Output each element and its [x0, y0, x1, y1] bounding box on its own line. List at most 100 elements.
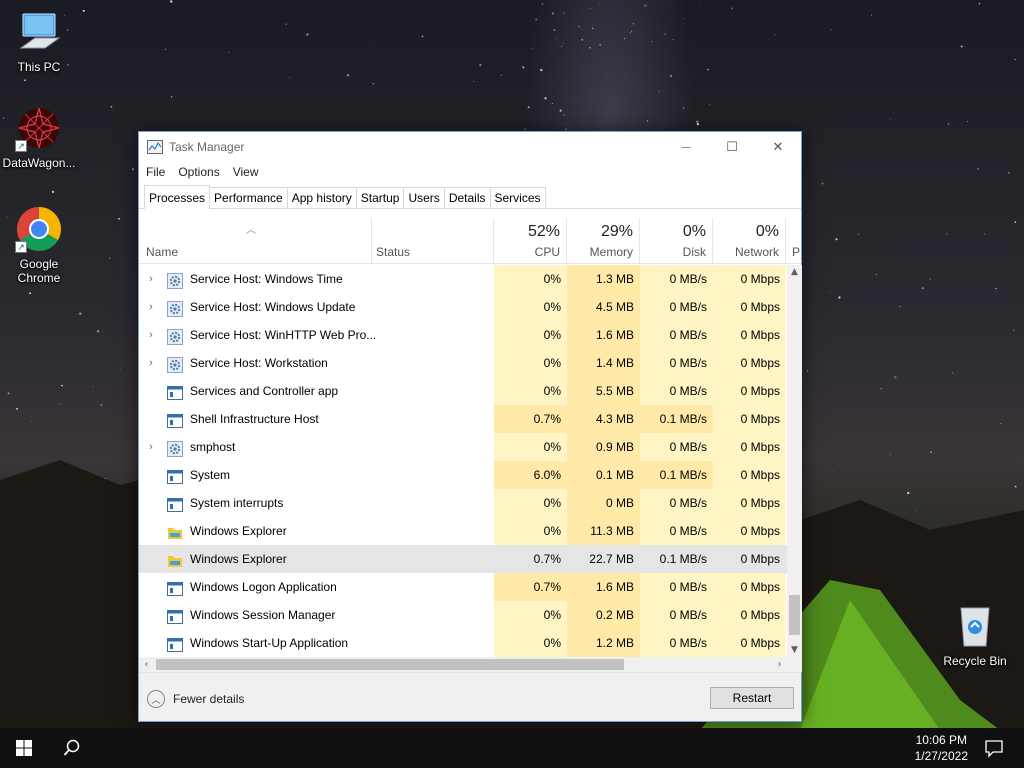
title-bar[interactable]: Task Manager — ☐ ✕: [139, 132, 801, 162]
process-name: Shell Infrastructure Host: [190, 412, 319, 426]
tab-performance[interactable]: Performance: [209, 187, 288, 208]
tab-app-history[interactable]: App history: [286, 187, 357, 208]
vertical-scroll-thumb[interactable]: [789, 595, 800, 635]
star: [589, 7, 591, 9]
maximize-button[interactable]: ☐: [709, 132, 755, 162]
process-name: System interrupts: [190, 496, 284, 510]
column-header-cpu[interactable]: 52% CPU: [494, 218, 567, 264]
process-name: Windows Start-Up Application: [190, 636, 349, 650]
expand-chevron-icon[interactable]: ›: [145, 321, 157, 349]
restart-button[interactable]: Restart: [710, 687, 794, 709]
star: [696, 123, 700, 126]
star: [664, 33, 666, 35]
tab-processes[interactable]: Processes: [144, 185, 211, 209]
desktop-icon-label: Google Chrome: [17, 257, 61, 285]
star: [372, 82, 375, 85]
star: [965, 46, 967, 47]
tab-details[interactable]: Details: [443, 187, 491, 208]
star: [565, 122, 566, 124]
fewer-details-link[interactable]: ︿ Fewer details: [147, 690, 244, 708]
scroll-down-icon[interactable]: ▼: [787, 643, 802, 657]
menu-file[interactable]: File: [145, 165, 173, 179]
scroll-right-icon[interactable]: ›: [772, 657, 787, 672]
column-header-network[interactable]: 0% Network: [713, 218, 786, 264]
process-row[interactable]: Shell Infrastructure Host 0.7% 4.3 MB 0.1 M…: [139, 405, 787, 433]
desktop-icon-this-pc[interactable]: This PC: [0, 8, 78, 74]
cpu-value: 0%: [494, 293, 567, 321]
process-row[interactable]: › smphost 0% 0.9 MB 0 MB/s 0 Mbps: [139, 433, 787, 461]
menu-view[interactable]: View: [232, 165, 267, 179]
column-header-name[interactable]: ︿ Name: [139, 218, 372, 264]
horizontal-scroll-thumb[interactable]: [156, 659, 624, 670]
process-row[interactable]: System 6.0% 0.1 MB 0.1 MB/s 0 Mbps: [139, 461, 787, 489]
expand-chevron-icon[interactable]: ›: [145, 349, 157, 377]
folder-icon: [167, 523, 183, 539]
process-name: Windows Explorer: [190, 552, 287, 566]
memory-value: 1.3 MB: [567, 265, 640, 293]
process-row[interactable]: › Service Host: WinHTTP Web Pro... 0% 1.6 M…: [139, 321, 787, 349]
horizontal-scrollbar[interactable]: ‹ ›: [139, 657, 787, 672]
expander-placeholder: [145, 573, 157, 601]
start-button[interactable]: [0, 728, 48, 768]
menu-options[interactable]: Options: [177, 165, 227, 179]
expand-chevron-icon[interactable]: ›: [145, 293, 157, 321]
expander-placeholder: [145, 517, 157, 545]
cpu-value: 0.7%: [494, 405, 567, 433]
star: [894, 376, 897, 379]
process-row[interactable]: › Service Host: Workstation 0% 1.4 MB 0 MB/s…: [139, 349, 787, 377]
disk-value: 0 MB/s: [640, 601, 713, 629]
expand-chevron-icon[interactable]: ›: [145, 265, 157, 293]
star: [631, 30, 633, 32]
process-row[interactable]: System interrupts 0% 0 MB 0 MB/s 0 Mbps: [139, 489, 787, 517]
memory-value: 0 MB: [567, 489, 640, 517]
scroll-up-icon[interactable]: ▲: [787, 265, 802, 279]
star: [581, 38, 584, 41]
star: [16, 407, 19, 410]
fewer-details-label: Fewer details: [173, 692, 245, 706]
star: [830, 29, 832, 31]
column-header-memory[interactable]: 29% Memory: [567, 218, 640, 264]
star: [24, 79, 26, 82]
desktop-icon-datawagon[interactable]: ↗ DataWagon...: [0, 104, 78, 170]
tab-services[interactable]: Services: [489, 187, 546, 208]
expand-chevron-icon[interactable]: ›: [145, 433, 157, 461]
star: [607, 75, 609, 77]
process-row[interactable]: Services and Controller app 0% 5.5 MB 0 MB/…: [139, 377, 787, 405]
desktop-icon-google-chrome[interactable]: ↗ Google Chrome: [0, 205, 78, 285]
process-row[interactable]: Windows Explorer 0% 11.3 MB 0 MB/s 0 Mbps: [139, 517, 787, 545]
memory-value: 0.9 MB: [567, 433, 640, 461]
star: [569, 126, 571, 128]
close-button[interactable]: ✕: [755, 132, 801, 162]
column-header-disk[interactable]: 0% Disk: [640, 218, 713, 264]
minimize-button[interactable]: —: [663, 132, 709, 162]
tab-users[interactable]: Users: [403, 187, 445, 208]
search-button[interactable]: [48, 728, 96, 768]
process-row[interactable]: Windows Explorer 0.7% 22.7 MB 0.1 MB/s 0 Mbp…: [139, 545, 787, 573]
column-header-power-partial[interactable]: P: [786, 218, 801, 264]
action-center-button[interactable]: [984, 738, 1004, 758]
network-value: 0 Mbps: [713, 433, 786, 461]
column-header-status[interactable]: Status: [372, 218, 494, 264]
process-row[interactable]: Windows Start-Up Application 0% 1.2 MB 0 MB…: [139, 629, 787, 657]
scroll-left-icon[interactable]: ‹: [139, 657, 154, 672]
system-clock[interactable]: 10:06 PM 1/27/2022: [915, 732, 968, 764]
vertical-scrollbar[interactable]: ▲ ▼: [787, 265, 802, 657]
app-window-icon: [167, 607, 183, 624]
process-name: System: [190, 468, 231, 482]
star: [696, 120, 699, 123]
chevron-up-icon: ︿: [147, 690, 165, 708]
star: [1000, 422, 1002, 425]
disk-value: 0.1 MB/s: [640, 405, 713, 433]
cpu-value: 0%: [494, 321, 567, 349]
desktop-icon-recycle-bin[interactable]: Recycle Bin: [936, 602, 1014, 668]
process-name: Windows Explorer: [190, 524, 287, 538]
process-row[interactable]: › Service Host: Windows Update 0% 4.5 MB 0 M…: [139, 293, 787, 321]
process-row[interactable]: Windows Logon Application 0.7% 1.6 MB 0 MB/…: [139, 573, 787, 601]
process-row[interactable]: Windows Session Manager 0% 0.2 MB 0 MB/s 0 M…: [139, 601, 787, 629]
process-row[interactable]: › Service Host: Windows Time 0% 1.3 MB 0 MB/…: [139, 265, 787, 293]
tab-startup[interactable]: Startup: [355, 187, 405, 208]
star: [828, 291, 830, 292]
disk-value: 0 MB/s: [640, 629, 713, 657]
star: [709, 104, 711, 106]
computer-icon: [15, 8, 63, 56]
